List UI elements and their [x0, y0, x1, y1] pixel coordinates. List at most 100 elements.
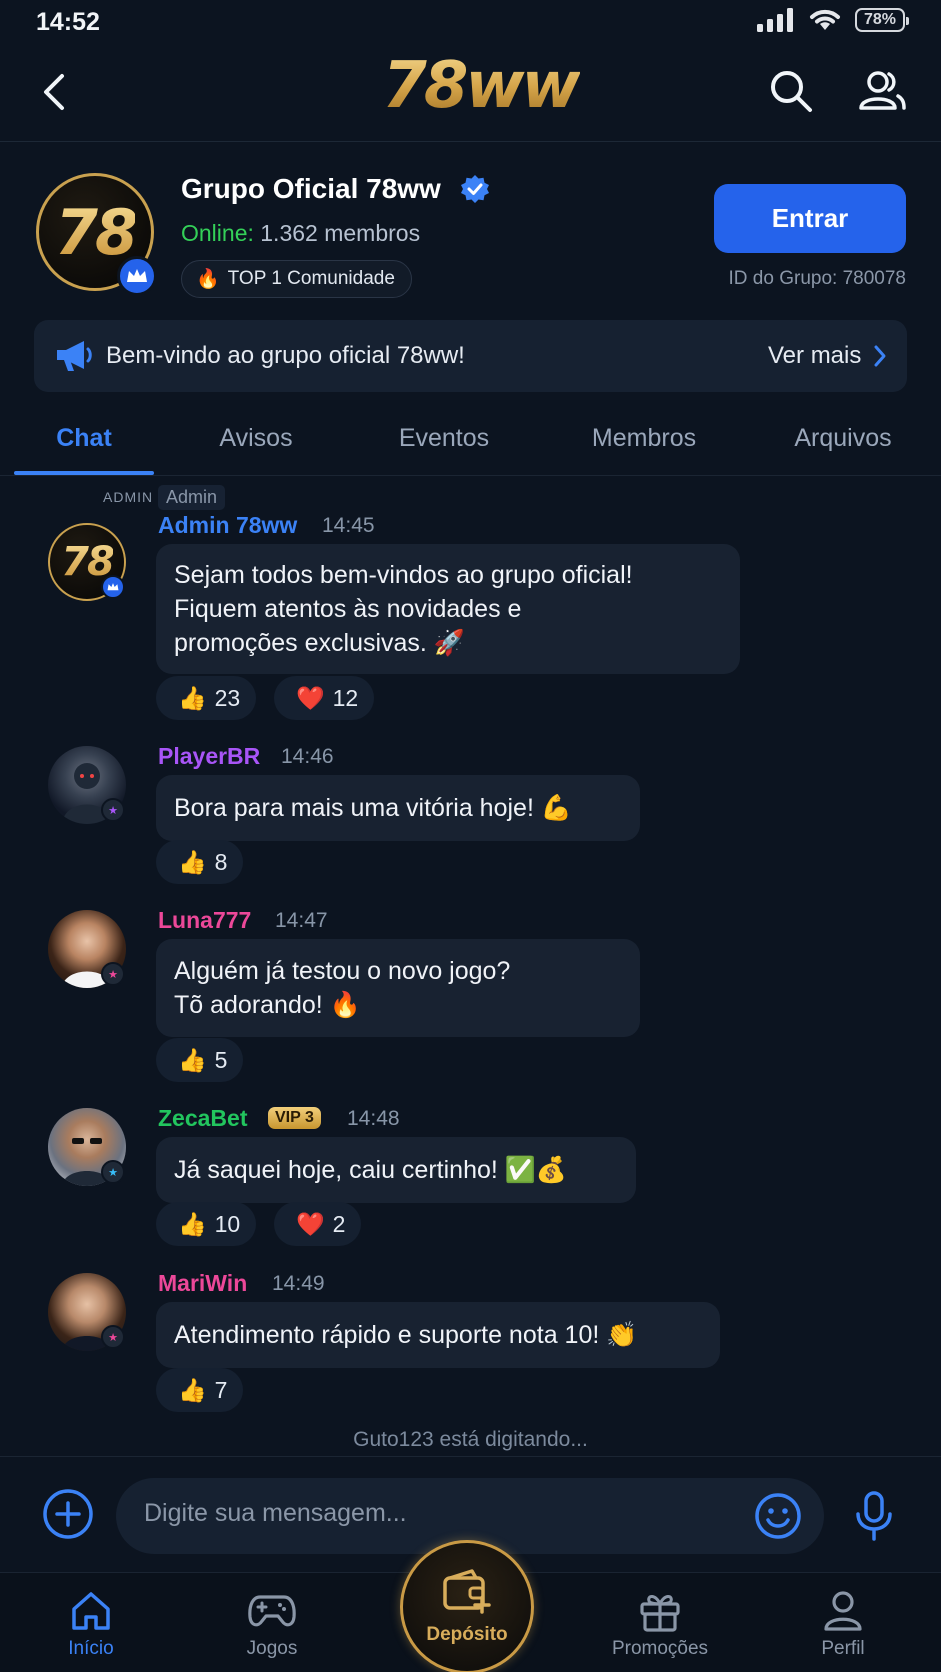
- message-author[interactable]: ZecaBet: [158, 1105, 247, 1132]
- message-line: promoções exclusivas. 🚀: [174, 629, 465, 657]
- reaction-count: 12: [332, 684, 359, 711]
- online-status: Online: 1.362 membros: [181, 220, 420, 247]
- message-bubble[interactable]: Alguém já testou o novo jogo? Tõ adorand…: [156, 939, 640, 1037]
- reaction-count: 23: [214, 684, 241, 711]
- message-line: Tõ adorando! 🔥: [174, 991, 361, 1019]
- thumbs-up-icon: 👍: [178, 1046, 207, 1073]
- message-author[interactable]: MariWin: [158, 1270, 247, 1297]
- nav-label: Jogos: [246, 1638, 298, 1659]
- thumbs-up-icon: 👍: [178, 1210, 207, 1237]
- home-icon: [72, 1592, 110, 1630]
- message-time: 14:49: [272, 1272, 325, 1295]
- nav-inicio[interactable]: Início: [31, 1588, 151, 1660]
- thumbs-up-icon: 👍: [178, 848, 207, 875]
- reaction-like[interactable]: 👍 23: [156, 676, 257, 720]
- nav-label: Perfil: [821, 1638, 865, 1659]
- reaction-count: 7: [214, 1376, 228, 1403]
- wifi-icon: [810, 9, 840, 30]
- tab-eventos[interactable]: Eventos: [380, 424, 508, 453]
- star-icon: ★: [101, 798, 125, 822]
- status-time: 14:52: [36, 8, 100, 36]
- star-icon: ★: [101, 962, 125, 986]
- message-author[interactable]: Luna777: [158, 907, 251, 934]
- search-icon[interactable]: [768, 68, 814, 114]
- star-icon: ★: [101, 1160, 125, 1184]
- nav-label: Promoções: [611, 1638, 709, 1659]
- microphone-icon[interactable]: [852, 1490, 896, 1542]
- group-id: ID do Grupo: 780078: [728, 268, 906, 289]
- wallet-icon: [443, 1569, 491, 1614]
- reaction-like[interactable]: 👍 10: [156, 1202, 257, 1246]
- message-bubble[interactable]: Bora para mais uma vitória hoje! 💪: [156, 775, 640, 841]
- tab-avisos[interactable]: Avisos: [196, 424, 316, 453]
- crown-icon: [101, 575, 125, 599]
- crown-icon: [117, 256, 157, 296]
- megaphone-icon: [57, 341, 92, 371]
- active-tab-indicator: [14, 471, 154, 475]
- message-time: 14:45: [322, 514, 375, 537]
- join-group-button[interactable]: Entrar: [714, 184, 906, 253]
- add-attachment-icon[interactable]: [42, 1488, 94, 1540]
- message-author[interactable]: Admin 78ww: [158, 512, 297, 539]
- nav-perfil[interactable]: Perfil: [783, 1588, 903, 1660]
- reaction-like[interactable]: 👍 8: [156, 840, 244, 884]
- signal-icon: [757, 8, 793, 32]
- message-line: Fiquem atentos às novidades e: [174, 595, 522, 623]
- reaction-count: 2: [332, 1210, 346, 1237]
- message-time: 14:46: [281, 745, 334, 768]
- top-badge-label: TOP 1 Comunidade: [227, 268, 395, 289]
- group-avatar-text: 78: [54, 195, 138, 269]
- message-line: Atendimento rápido e suporte nota 10! 👏: [174, 1321, 638, 1349]
- message-line: Sejam todos bem-vindos ao grupo oficial!: [174, 561, 633, 589]
- thumbs-up-icon: 👍: [178, 684, 207, 711]
- reaction-like[interactable]: 👍 5: [156, 1038, 244, 1082]
- member-count: 1.362 membros: [260, 220, 421, 246]
- message-author[interactable]: PlayerBR: [158, 743, 260, 770]
- group-members-icon[interactable]: [858, 68, 906, 114]
- tab-membros[interactable]: Membros: [572, 424, 716, 453]
- star-icon: ★: [101, 1325, 125, 1349]
- user-icon: [824, 1591, 862, 1631]
- reaction-count: 5: [214, 1046, 228, 1073]
- emoji-icon[interactable]: [754, 1492, 802, 1540]
- message-input-placeholder: Digite sua mensagem...: [144, 1499, 407, 1527]
- message-bubble[interactable]: Sejam todos bem-vindos ao grupo oficial!…: [156, 544, 740, 674]
- verified-icon: [461, 175, 489, 203]
- gift-icon: [640, 1595, 680, 1632]
- nav-promocoes[interactable]: Promoções: [600, 1588, 720, 1660]
- message-line: Alguém já testou o novo jogo?: [174, 957, 511, 985]
- composer-divider: [0, 1456, 941, 1457]
- nav-jogos[interactable]: Jogos: [212, 1588, 332, 1660]
- message-bubble[interactable]: Já saquei hoje, caiu certinho! ✅💰: [156, 1137, 636, 1203]
- app-logo: 78ww: [380, 46, 580, 126]
- tab-arquivos[interactable]: Arquivos: [776, 424, 910, 453]
- typing-indicator: Guto123 está digitando...: [353, 1428, 588, 1451]
- reaction-heart[interactable]: ❤️ 12: [274, 676, 375, 720]
- fire-icon: 🔥: [196, 269, 220, 290]
- message-time: 14:47: [275, 909, 328, 932]
- reaction-like[interactable]: 👍 7: [156, 1368, 244, 1412]
- back-arrow-icon[interactable]: [36, 70, 76, 114]
- nav-label: Início: [68, 1638, 114, 1659]
- see-more-label: Ver mais: [768, 342, 862, 369]
- message-bubble[interactable]: Atendimento rápido e suporte nota 10! 👏: [156, 1302, 720, 1368]
- group-name: Grupo Oficial 78ww: [181, 173, 441, 204]
- see-more-link[interactable]: Ver mais: [768, 342, 887, 370]
- tab-chat[interactable]: Chat: [14, 424, 154, 453]
- battery-indicator: 78%: [855, 8, 909, 32]
- message-line: Bora para mais uma vitória hoje! 💪: [174, 794, 572, 822]
- message-line: Já saquei hoje, caiu certinho! ✅💰: [174, 1156, 568, 1184]
- announcement-text: Bem-vindo ao grupo oficial 78ww!: [106, 342, 465, 369]
- gamepad-icon: [248, 1595, 296, 1627]
- thumbs-up-icon: 👍: [178, 1376, 207, 1403]
- vip-badge: VIP 3: [268, 1107, 321, 1129]
- heart-icon: ❤️: [296, 684, 325, 711]
- admin-role-tag: Admin: [158, 485, 226, 510]
- chevron-right-icon: [874, 345, 886, 367]
- nav-label: Depósito: [426, 1624, 508, 1645]
- heart-icon: ❤️: [296, 1210, 325, 1237]
- admin-mark: ADMIN: [103, 489, 154, 505]
- reaction-heart[interactable]: ❤️ 2: [274, 1202, 362, 1246]
- reaction-count: 10: [214, 1210, 241, 1237]
- reaction-count: 8: [214, 848, 228, 875]
